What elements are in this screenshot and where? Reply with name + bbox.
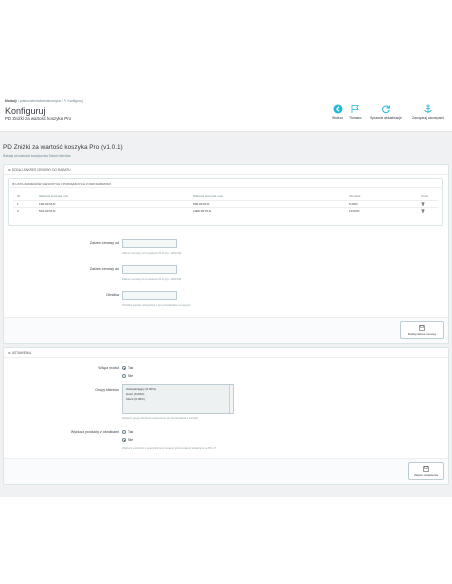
customer-groups-help: Wybierz grupy klientów uprawnione do sko… bbox=[122, 416, 198, 420]
range-list-panel: ⚙ Lista zakresów cenowych i powiązanych … bbox=[8, 178, 443, 226]
breadcrumb-item-configure: Konfiguruj bbox=[67, 99, 83, 103]
save-settings-label: Zapisz ustawienia bbox=[414, 472, 438, 477]
add-range-label: Dodaj zakres cenowy bbox=[407, 331, 437, 336]
back-icon bbox=[333, 104, 343, 114]
range-to-input[interactable] bbox=[122, 265, 177, 274]
table-header-row: ID Wartość koszyka min. Wartość koszyka … bbox=[13, 193, 438, 200]
range-from-input[interactable] bbox=[122, 239, 177, 248]
table-row: 2 501.00 PLN 1000.00 PLN 10.00% 🗑 bbox=[13, 207, 438, 214]
radio-unchecked-icon bbox=[122, 430, 126, 434]
list-item[interactable]: Klient (0.00%) bbox=[126, 397, 230, 402]
radio-checked-icon bbox=[122, 366, 126, 370]
cell-min: 501.00 PLN bbox=[39, 208, 56, 213]
add-range-button[interactable]: Dodaj zakres cenowy bbox=[400, 321, 444, 339]
enable-yes-radio[interactable]: Tak bbox=[122, 366, 133, 370]
delete-button[interactable]: 🗑 bbox=[417, 207, 438, 214]
exclude-products-help: Wyklucz produkty z specyficznymi cenami … bbox=[122, 446, 217, 450]
anchor-icon bbox=[424, 104, 432, 113]
delete-button[interactable]: 🗑 bbox=[417, 200, 438, 207]
exclude-yes-radio[interactable]: Tak bbox=[122, 430, 133, 434]
column-header-id: ID bbox=[17, 194, 21, 199]
cell-min: 100.00 PLN bbox=[39, 201, 56, 206]
range-to-help: Zakres cenowy do w walucie PLN (np. 1000… bbox=[122, 277, 182, 281]
save-icon bbox=[419, 324, 425, 331]
radio-unchecked-icon bbox=[122, 374, 126, 378]
page-header: Moduły / pdstosniemiabcesskoszyka / ✎ Ko… bbox=[0, 96, 452, 132]
refresh-icon bbox=[382, 105, 391, 114]
breadcrumb-item-modules[interactable]: Moduły bbox=[5, 99, 17, 103]
breadcrumb: Moduły / pdstosniemiabcesskoszyka / ✎ Ko… bbox=[5, 99, 83, 103]
settings-panel: ⚙ Ustawienia Włącz moduł Tak Nie Grupy k… bbox=[3, 347, 449, 485]
range-panel-footer: Dodaj zakres cenowy bbox=[4, 317, 448, 343]
exclude-products-label: Wyklucz produkty z obniżkami bbox=[70, 430, 119, 434]
cell-id: 1 bbox=[17, 201, 19, 206]
enable-no-radio[interactable]: Nie bbox=[122, 374, 133, 378]
back-label: Wstecz bbox=[332, 116, 344, 120]
cell-id: 2 bbox=[17, 208, 19, 213]
radio-checked-icon bbox=[122, 438, 126, 442]
module-description: Rabaty od wartości koszyka dla Twoich kl… bbox=[3, 154, 71, 158]
page-title: Konfiguruj bbox=[5, 106, 46, 116]
range-from-label: Zakres cenowy od bbox=[89, 241, 119, 245]
check-updates-button[interactable]: Sprawdź aktualizacje bbox=[370, 104, 402, 120]
settings-panel-footer: Zapisz ustawienia bbox=[4, 458, 448, 484]
trash-icon: 🗑 bbox=[421, 201, 425, 206]
module-title: PD Zniżki za wartość koszyka Pro (v1.0.1… bbox=[3, 144, 123, 151]
cell-max: 500.00 PLN bbox=[193, 201, 210, 206]
translate-label: Tłumacz bbox=[349, 116, 362, 120]
customer-groups-select[interactable]: Odwiedzający (0.00%) Gość (0.00%) Klient… bbox=[122, 384, 234, 414]
discount-label: Obniżka bbox=[105, 293, 119, 297]
check-updates-label: Sprawdź aktualizacje bbox=[370, 116, 402, 120]
trash-icon: 🗑 bbox=[421, 208, 425, 213]
column-header-max: Wartość koszyka max. bbox=[193, 194, 224, 199]
column-header-delete: Usuń bbox=[421, 194, 429, 199]
manage-hooks-button[interactable]: Zarządzaj zaczepami bbox=[412, 104, 444, 120]
range-panel-heading: ⚙ Dodaj zakres cenowy do rabatu bbox=[4, 165, 448, 175]
translate-button[interactable]: Tłumacz bbox=[349, 104, 362, 120]
scrollbar[interactable] bbox=[229, 385, 233, 413]
flag-icon bbox=[352, 105, 360, 113]
range-to-label: Zakres cenowy do bbox=[89, 267, 119, 271]
save-icon bbox=[423, 465, 429, 472]
range-list-heading: ⚙ Lista zakresów cenowych i powiązanych … bbox=[9, 179, 442, 188]
customer-groups-label: Grupy klientów bbox=[95, 388, 119, 392]
cell-discount: 10.00% bbox=[349, 208, 360, 213]
column-header-min: Wartość koszyka min. bbox=[39, 194, 69, 199]
cell-max: 1000.00 PLN bbox=[193, 208, 212, 213]
content-area: PD Zniżki za wartość koszyka Pro (v1.0.1… bbox=[0, 132, 452, 497]
range-table: ID Wartość koszyka min. Wartość koszyka … bbox=[13, 193, 438, 214]
column-header-discount: Obniżka bbox=[349, 194, 361, 199]
table-row: 1 100.00 PLN 500.00 PLN 5.00% 🗑 bbox=[13, 200, 438, 207]
cell-discount: 5.00% bbox=[349, 201, 358, 206]
manage-hooks-label: Zarządzaj zaczepami bbox=[412, 116, 445, 120]
breadcrumb-item-module[interactable]: pdstosniemiabcesskoszyka bbox=[20, 99, 61, 103]
back-button[interactable]: Wstecz bbox=[332, 104, 343, 120]
enable-module-label: Włącz moduł bbox=[98, 366, 119, 370]
page-subtitle: PD Zniżki za wartość koszyka Pro bbox=[5, 116, 72, 121]
range-from-help: Zakres cenowy od w walucie PLN (np. 1000… bbox=[122, 251, 182, 255]
range-panel: ⚙ Dodaj zakres cenowy do rabatu ⚙ Lista … bbox=[3, 164, 449, 344]
save-settings-button[interactable]: Zapisz ustawienia bbox=[408, 462, 444, 480]
discount-input[interactable] bbox=[122, 291, 177, 300]
settings-panel-heading: ⚙ Ustawienia bbox=[4, 348, 448, 358]
discount-help: Obniżka będzie niezgodna z tym przedział… bbox=[122, 303, 191, 307]
exclude-no-radio[interactable]: Nie bbox=[122, 438, 133, 442]
